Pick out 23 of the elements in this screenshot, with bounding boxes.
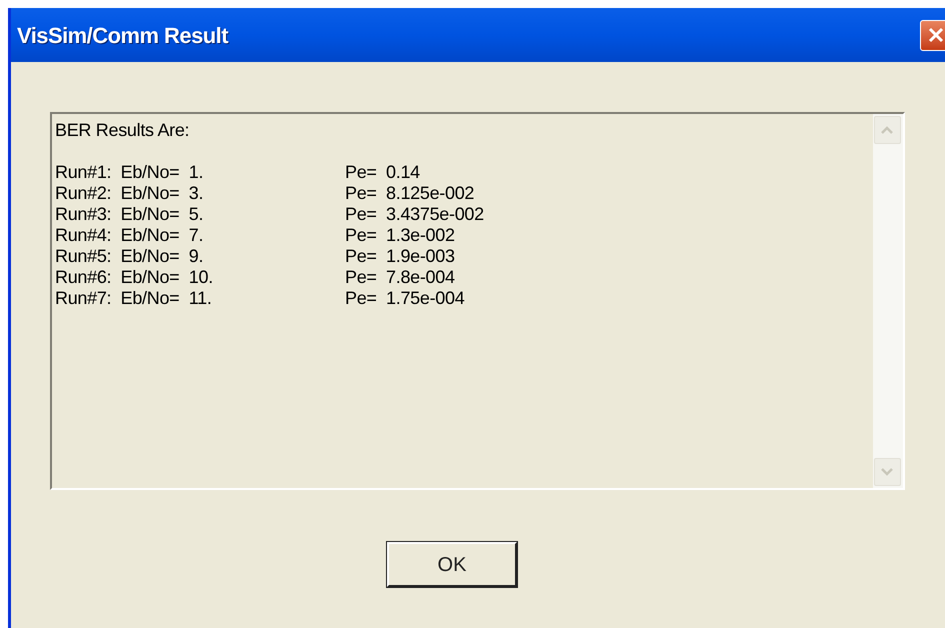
pe-value: Pe= 1.9e-003	[345, 246, 455, 267]
scroll-down-button[interactable]	[874, 458, 900, 486]
results-heading: BER Results Are:	[55, 120, 190, 141]
pe-value: Pe= 3.4375e-002	[345, 204, 484, 225]
run-value: Run#2: Eb/No= 3.	[55, 183, 204, 204]
pe-value: Pe= 7.8e-004	[345, 267, 455, 288]
run-value: Run#1: Eb/No= 1.	[55, 162, 204, 183]
run-value: Run#5: Eb/No= 9.	[55, 246, 204, 267]
scrollbar[interactable]	[873, 114, 903, 488]
run-value: Run#6: Eb/No= 10.	[55, 267, 214, 288]
run-value: Run#3: Eb/No= 5.	[55, 204, 204, 225]
close-button[interactable]	[920, 20, 945, 50]
window-title: VisSim/Comm Result	[17, 22, 228, 50]
pe-value: Pe= 8.125e-002	[345, 183, 474, 204]
ok-button[interactable]: OK	[387, 542, 517, 587]
pe-value: Pe= 1.75e-004	[345, 288, 464, 309]
run-value: Run#4: Eb/No= 7.	[55, 225, 204, 246]
scroll-up-button[interactable]	[874, 116, 900, 144]
pe-value: Pe= 1.3e-002	[345, 225, 455, 246]
results-text-area[interactable]	[50, 112, 905, 490]
run-value: Run#7: Eb/No= 11.	[55, 288, 213, 309]
close-icon	[927, 26, 945, 44]
pe-value: Pe= 0.14	[345, 162, 420, 183]
